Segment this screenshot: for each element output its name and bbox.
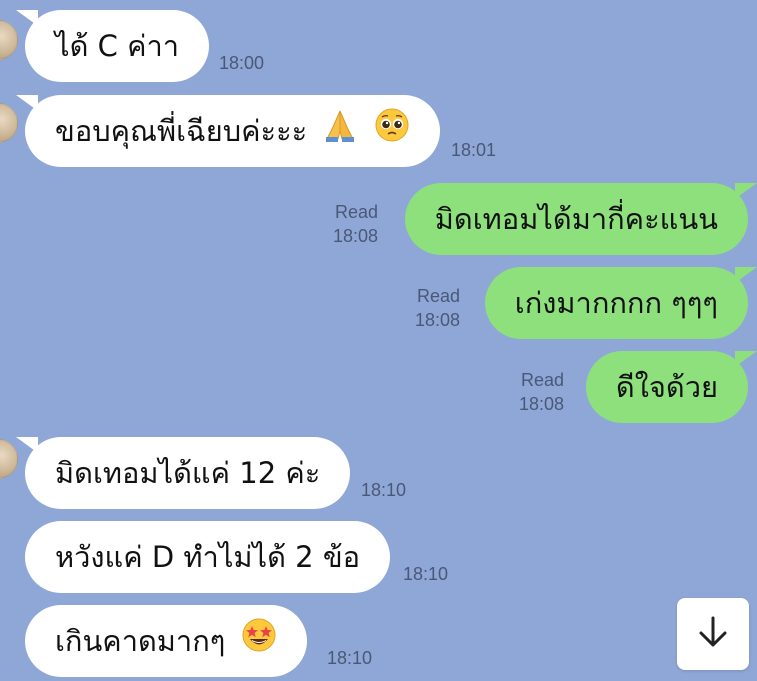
read-label: Read [520, 370, 564, 390]
message-bubble-incoming[interactable]: ได้ C ค่าา [15, 10, 210, 82]
message-bubble-incoming[interactable]: หวังแค่ D ทำไม่ได้ 2 ข้อ [25, 521, 391, 593]
pleading-face-icon [374, 97, 410, 169]
arrow-down-icon [695, 614, 731, 654]
read-receipt: Read 18:08 [519, 368, 564, 416]
read-label: Read [334, 202, 378, 222]
message-text: เก่งมากกกก ๆๆๆ [514, 286, 718, 320]
message-time: 18:10 [361, 480, 407, 500]
message-text: ได้ C ค่าา [55, 29, 180, 63]
message-bubble-outgoing[interactable]: เก่งมากกกก ๆๆๆ [484, 267, 757, 339]
message-text: มิดเทอมได้มากี่คะแนน [434, 202, 718, 236]
message-text: เกินคาดมากๆ [55, 624, 226, 658]
read-receipt: Read 18:08 [333, 200, 378, 248]
message-text: ดีใจด้วย [615, 370, 718, 404]
avatar[interactable] [0, 20, 18, 60]
read-receipt: Read 18:08 [415, 284, 460, 332]
message-bubble-outgoing[interactable]: ดีใจด้วย [585, 351, 757, 423]
folded-hands-icon [322, 97, 358, 169]
message-time: 18:08 [332, 226, 378, 246]
message-text: หวังแค่ D ทำไม่ได้ 2 ข้อ [55, 540, 361, 574]
message-time: 18:08 [414, 310, 460, 330]
message-time: 18:10 [327, 648, 373, 668]
message-bubble-incoming[interactable]: มิดเทอมได้แค่ 12 ค่ะ [15, 437, 351, 509]
star-struck-face-icon [241, 607, 277, 679]
message-time: 18:08 [518, 394, 564, 414]
message-time: 18:01 [451, 140, 497, 160]
message-bubble-incoming[interactable]: ขอบคุณพี่เฉียบค่ะะะ [16, 95, 440, 169]
message-time: 18:10 [403, 564, 449, 584]
message-bubble-outgoing[interactable]: มิดเทอมได้มากี่คะแนน [404, 183, 757, 255]
message-bubble-incoming[interactable]: เกินคาดมากๆ [25, 605, 307, 677]
scroll-to-bottom-button[interactable] [677, 598, 749, 670]
message-time: 18:00 [219, 53, 265, 73]
read-label: Read [416, 286, 460, 306]
message-text: มิดเทอมได้แค่ 12 ค่ะ [55, 456, 321, 490]
message-text: ขอบคุณพี่เฉียบค่ะะะ [55, 114, 308, 148]
